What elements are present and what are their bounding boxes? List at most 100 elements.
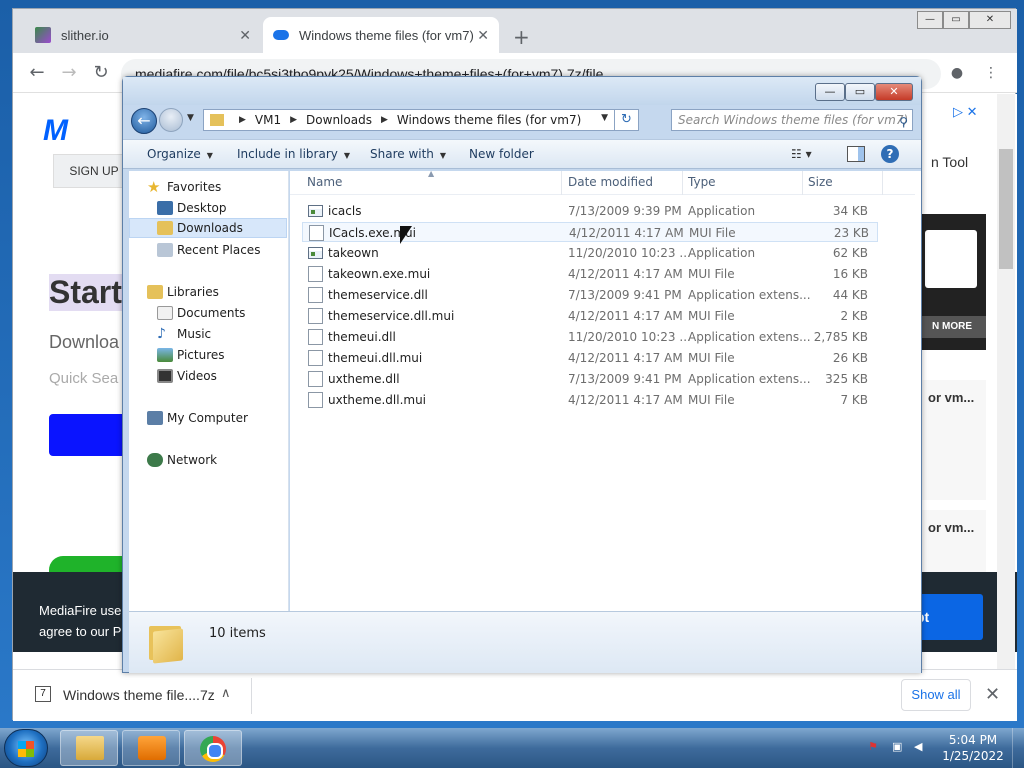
tab-slither[interactable]: slither.io ✕ (25, 17, 261, 53)
file-size: 7 KB (840, 393, 868, 407)
column-name[interactable]: Name (307, 175, 342, 189)
nav-network[interactable]: Network (129, 450, 287, 470)
nav-downloads[interactable]: Downloads (129, 218, 287, 238)
nav-buttons: ← ▼ (131, 107, 199, 135)
tab-mediafire[interactable]: Windows theme files (for vm7) ✕ (263, 17, 499, 53)
file-size: 44 KB (832, 288, 868, 302)
nav-label: Libraries (167, 285, 219, 299)
minimize-button[interactable]: — (917, 11, 943, 29)
close-tab-icon[interactable]: ✕ (477, 27, 489, 44)
start-button[interactable] (4, 729, 48, 767)
taskbar-chrome[interactable] (184, 730, 242, 766)
ad-choices-icon[interactable]: ▷ ✕ (953, 104, 978, 120)
cookie-text: MediaFire use agree to our P (39, 600, 129, 642)
new-folder-button[interactable]: New folder (469, 147, 534, 161)
column-date-modified[interactable]: Date modified (568, 175, 653, 189)
mediafire-logo[interactable]: M (43, 114, 68, 148)
libraries-icon (147, 285, 163, 299)
file-row[interactable]: themeui.dll 11/20/2010 10:23 ... Applicati… (302, 327, 878, 347)
download-button[interactable] (49, 414, 129, 456)
search-icon[interactable]: ⚲ (899, 112, 908, 130)
nav-documents[interactable]: Documents (129, 303, 287, 323)
column-divider[interactable] (802, 171, 803, 195)
column-divider[interactable] (682, 171, 683, 195)
file-row[interactable]: themeui.dll.mui 4/12/2011 4:17 AM MUI File… (302, 348, 878, 368)
search-input[interactable]: Search Windows theme files (for vm7) ⚲ (671, 109, 913, 131)
include-in-library-menu[interactable]: Include in library ▼ (237, 147, 350, 161)
show-all-button[interactable]: Show all (901, 679, 971, 711)
breadcrumb-item[interactable]: VM1 (255, 113, 281, 127)
nav-desktop[interactable]: Desktop (129, 198, 287, 218)
action-center-icon[interactable]: ⚑ (868, 740, 882, 754)
chevron-up-icon[interactable]: ∧ (221, 685, 231, 701)
file-row[interactable]: uxtheme.dll.mui 4/12/2011 4:17 AM MUI File… (302, 390, 878, 410)
menu-dots-icon[interactable]: ⋮ (979, 61, 1003, 85)
organize-menu[interactable]: Organize ▼ (147, 147, 213, 161)
download-item[interactable]: Windows theme file....7z (63, 687, 215, 703)
nav-recent-places[interactable]: Recent Places (129, 240, 287, 260)
nav-music[interactable]: ♪ Music (129, 324, 287, 344)
file-type: Application extens... (688, 330, 811, 344)
nav-favorites[interactable]: ★ Favorites (129, 177, 287, 197)
column-divider[interactable] (561, 171, 562, 195)
minimize-button[interactable]: — (815, 83, 845, 101)
nav-my-computer[interactable]: My Computer (129, 408, 287, 428)
nav-label: Downloads (177, 221, 243, 235)
maximize-button[interactable]: ▭ (845, 83, 875, 101)
file-row[interactable]: uxtheme.dll 7/13/2009 9:41 PM Application … (302, 369, 878, 389)
taskbar-media-player[interactable] (122, 730, 180, 766)
preview-pane-icon[interactable] (847, 146, 865, 162)
file-row[interactable]: takeown.exe.mui 4/12/2011 4:17 AM MUI File… (302, 264, 878, 284)
close-button[interactable]: ✕ (875, 83, 913, 101)
show-desktop-button[interactable] (1012, 728, 1024, 768)
file-row[interactable]: themeservice.dll.mui 4/12/2011 4:17 AM MUI… (302, 306, 878, 326)
back-arrow-icon[interactable]: ← (131, 108, 157, 134)
nav-libraries[interactable]: Libraries (129, 282, 287, 302)
forward-arrow-icon[interactable] (159, 108, 183, 132)
clock[interactable]: 5:04 PM 1/25/2022 (938, 732, 1008, 764)
share-with-menu[interactable]: Share with ▼ (370, 147, 446, 161)
file-row[interactable]: themeservice.dll 7/13/2009 9:41 PM Applica… (302, 285, 878, 305)
new-tab-button[interactable]: + (513, 25, 530, 49)
refresh-icon[interactable]: ↻ (614, 110, 638, 130)
forward-arrow-icon[interactable]: → (57, 61, 81, 85)
file-icon (308, 247, 323, 259)
change-view-icon[interactable]: ☷ ▾ (791, 147, 812, 161)
profile-icon[interactable]: ● (945, 61, 969, 85)
file-row[interactable]: ICacls.exe.mui 4/12/2011 4:17 AM MUI File 2… (302, 222, 878, 242)
maximize-button[interactable]: ▭ (943, 11, 969, 29)
related-file-title: or vm... (928, 520, 975, 535)
scrollbar-thumb[interactable] (999, 149, 1013, 269)
file-row[interactable]: takeown 11/20/2010 10:23 ... Application 62… (302, 243, 878, 263)
file-row[interactable]: icacls 7/13/2009 9:39 PM Application 34 KB (302, 201, 878, 221)
close-tab-icon[interactable]: ✕ (239, 27, 251, 44)
volume-icon[interactable]: ◀ (914, 740, 928, 754)
column-type[interactable]: Type (688, 175, 716, 189)
reload-icon[interactable]: ↻ (89, 61, 113, 85)
back-arrow-icon[interactable]: ← (25, 61, 49, 85)
column-divider[interactable] (882, 171, 883, 195)
address-bar[interactable]: ▶ VM1 ▶ Downloads ▶ Windows theme files … (203, 109, 639, 131)
network-tray-icon[interactable]: ▣ (892, 740, 906, 754)
taskbar-explorer[interactable] (60, 730, 118, 766)
navigation-pane: ★ Favorites Desktop Downloads Recent Plac… (129, 171, 289, 611)
breadcrumb-item[interactable]: Windows theme files (for vm7) (397, 113, 581, 127)
videos-icon (157, 369, 173, 383)
nav-pictures[interactable]: Pictures (129, 345, 287, 365)
help-icon[interactable]: ? (881, 145, 899, 163)
explorer-title-bar[interactable]: — ▭ ✕ (123, 77, 921, 105)
tab-title: Windows theme files (for vm7) (299, 27, 474, 43)
breadcrumb-item[interactable]: Downloads (306, 113, 372, 127)
nav-videos[interactable]: Videos (129, 366, 287, 386)
file-size: 23 KB (833, 226, 869, 240)
close-shelf-icon[interactable]: ✕ (985, 684, 1000, 705)
tab-bar: slither.io ✕ Windows theme files (for vm… (13, 9, 1017, 53)
close-window-button[interactable]: ✕ (969, 11, 1011, 29)
recent-pages-chevron-icon[interactable]: ▼ (187, 113, 194, 123)
file-date: 11/20/2010 10:23 ... (568, 330, 691, 344)
learn-more-button[interactable]: N MORE (918, 316, 986, 338)
address-dropdown-icon[interactable]: ▼ (601, 113, 608, 123)
related-file-card[interactable]: or vm... (918, 380, 986, 500)
column-size[interactable]: Size (808, 175, 833, 189)
file-type: Application extens... (688, 372, 811, 386)
